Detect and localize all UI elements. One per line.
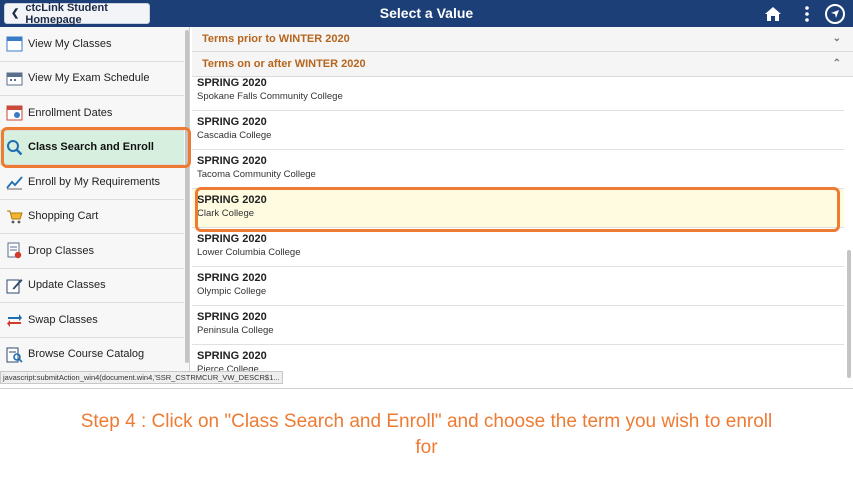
highlight-class-search bbox=[1, 127, 191, 168]
exam-calendar-icon bbox=[6, 70, 23, 87]
back-button[interactable]: ❮ ctcLink Student Homepage bbox=[4, 1, 150, 26]
term-row[interactable]: SPRING 2020 Pierce College bbox=[192, 345, 844, 382]
term-row[interactable]: SPRING 2020 Olympic College bbox=[192, 267, 844, 306]
group-terms-prior[interactable]: Terms prior to WINTER 2020 ⌄ bbox=[192, 27, 853, 52]
term-name: SPRING 2020 bbox=[197, 311, 267, 323]
sidebar-item-label: Shopping Cart bbox=[28, 210, 99, 223]
instruction-caption: Step 4 : Click on "Class Search and Enro… bbox=[0, 388, 853, 480]
term-name: SPRING 2020 bbox=[197, 77, 267, 89]
header-bar: ❮ ctcLink Student Homepage Select a Valu… bbox=[0, 0, 853, 27]
group-label: Terms prior to WINTER 2020 bbox=[202, 33, 350, 45]
sidebar-item-update-classes[interactable]: Update Classes bbox=[0, 269, 184, 303]
enrollment-calendar-icon bbox=[6, 104, 23, 121]
college-name: Tacoma Community College bbox=[197, 169, 316, 180]
college-name: Cascadia College bbox=[197, 130, 272, 141]
highlight-selected-term bbox=[195, 187, 840, 232]
sidebar-item-enroll-by-my-requirements[interactable]: Enroll by My Requirements bbox=[0, 165, 184, 200]
college-name: Pierce College bbox=[197, 364, 259, 375]
college-name: Spokane Falls Community College bbox=[197, 91, 343, 102]
sidebar-item-shopping-cart[interactable]: Shopping Cart bbox=[0, 200, 184, 234]
page-title: Select a Value bbox=[379, 5, 474, 21]
sidebar-item-swap-classes[interactable]: Swap Classes bbox=[0, 303, 184, 338]
chart-line-icon bbox=[6, 173, 23, 190]
term-row[interactable]: SPRING 2020 Peninsula College bbox=[192, 306, 844, 345]
sidebar-item-label: Enroll by My Requirements bbox=[28, 175, 161, 188]
cart-icon bbox=[6, 208, 23, 225]
navigation-icon[interactable] bbox=[825, 4, 845, 24]
sidebar-item-enrollment-dates[interactable]: Enrollment Dates bbox=[0, 96, 184, 131]
term-row[interactable]: SPRING 2020 Spokane Falls Community Coll… bbox=[192, 72, 844, 111]
college-name: Peninsula College bbox=[197, 325, 274, 336]
sidebar-item-view-my-classes[interactable]: View My Classes bbox=[0, 27, 184, 62]
sidebar-item-label: Drop Classes bbox=[28, 244, 95, 257]
term-row[interactable]: SPRING 2020 Tacoma Community College bbox=[192, 150, 844, 189]
status-bar: javascript:submitAction_win4(document.wi… bbox=[0, 371, 283, 384]
term-name: SPRING 2020 bbox=[197, 116, 267, 128]
list-scrollbar[interactable] bbox=[847, 250, 851, 378]
college-name: Lower Columbia College bbox=[197, 247, 301, 258]
term-row[interactable]: SPRING 2020 Lower Columbia College bbox=[192, 228, 844, 267]
home-icon[interactable] bbox=[763, 4, 783, 24]
sidebar: View My Classes View My Exam Schedule En… bbox=[0, 27, 190, 371]
group-label: Terms on or after WINTER 2020 bbox=[202, 58, 366, 70]
back-button-label: ctcLink Student Homepage bbox=[25, 1, 108, 26]
swap-icon bbox=[6, 311, 23, 328]
sidebar-item-label: Browse Course Catalog bbox=[28, 348, 145, 361]
chevron-down-icon: ⌄ bbox=[832, 33, 841, 44]
sidebar-item-label: Enrollment Dates bbox=[28, 106, 113, 119]
term-name: SPRING 2020 bbox=[197, 350, 267, 362]
sidebar-item-label: View My Classes bbox=[28, 37, 112, 50]
sidebar-item-label: View My Exam Schedule bbox=[28, 72, 150, 85]
drop-icon bbox=[6, 242, 23, 259]
term-name: SPRING 2020 bbox=[197, 272, 267, 284]
edit-icon bbox=[6, 277, 23, 294]
sidebar-scrollbar[interactable] bbox=[185, 30, 189, 363]
term-row[interactable]: SPRING 2020 Cascadia College bbox=[192, 111, 844, 150]
caption-text: Step 4 : Click on "Class Search and Enro… bbox=[80, 411, 773, 458]
term-name: SPRING 2020 bbox=[197, 155, 267, 167]
chevron-up-icon: ⌃ bbox=[832, 58, 841, 69]
catalog-icon bbox=[6, 346, 23, 363]
more-vertical-icon[interactable] bbox=[797, 4, 817, 24]
sidebar-item-label: Update Classes bbox=[28, 279, 106, 292]
term-name: SPRING 2020 bbox=[197, 233, 267, 245]
sidebar-item-label: Swap Classes bbox=[28, 313, 98, 326]
sidebar-item-drop-classes[interactable]: Drop Classes bbox=[0, 234, 184, 269]
college-name: Olympic College bbox=[197, 286, 267, 297]
calendar-icon bbox=[6, 35, 23, 52]
sidebar-item-browse-course-catalog[interactable]: Browse Course Catalog bbox=[0, 338, 184, 372]
chevron-left-icon: ❮ bbox=[11, 8, 20, 19]
sidebar-item-view-my-exam-schedule[interactable]: View My Exam Schedule bbox=[0, 62, 184, 96]
